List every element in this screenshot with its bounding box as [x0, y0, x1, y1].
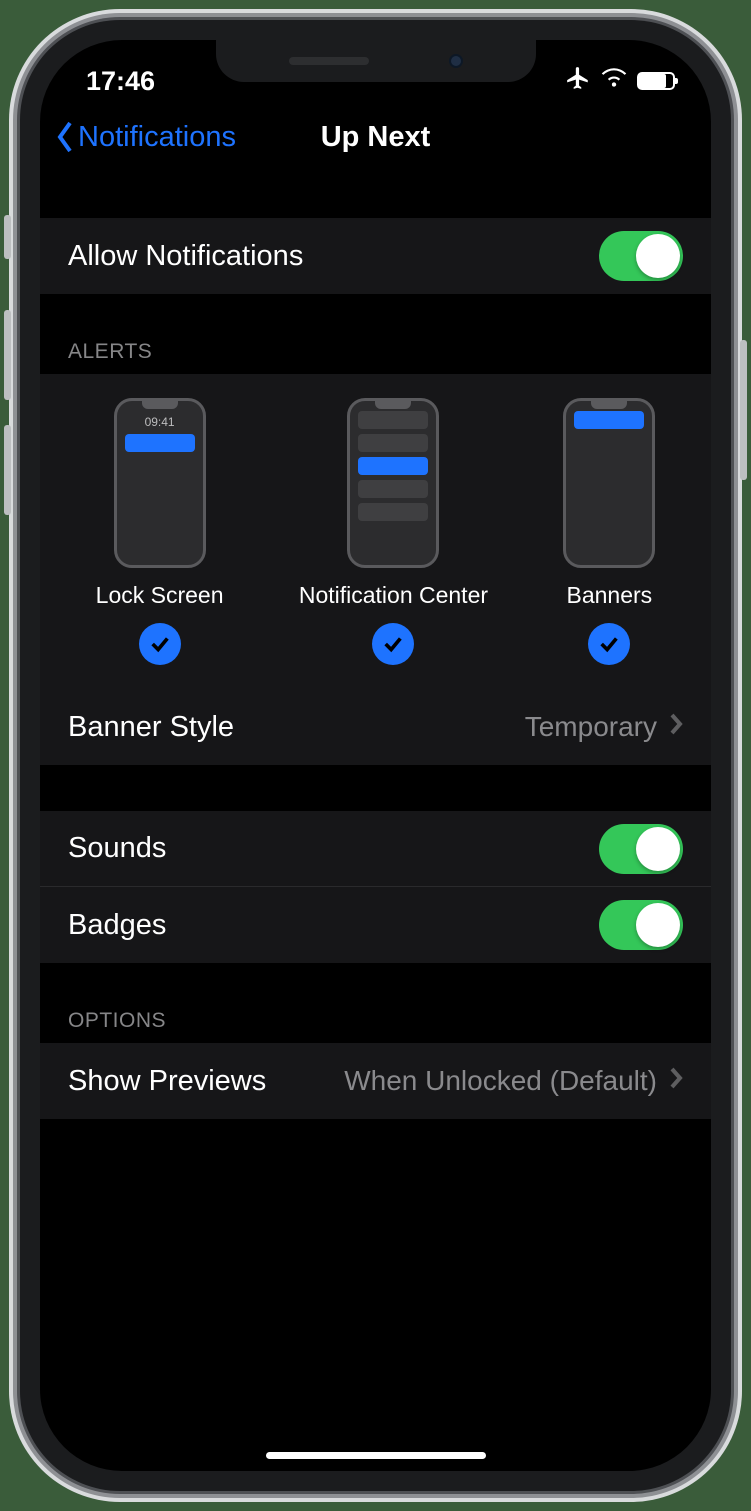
volume-up: [4, 310, 11, 400]
allow-notifications-label: Allow Notifications: [68, 240, 303, 273]
alerts-panel: 09:41 Lock Screen Notifica: [40, 374, 711, 689]
nav-bar: Notifications Up Next: [40, 102, 711, 172]
alert-option-lock-screen[interactable]: 09:41 Lock Screen: [96, 398, 224, 665]
speaker: [289, 57, 369, 65]
chevron-right-icon: [669, 1065, 683, 1097]
battery-icon: [637, 72, 675, 90]
alert-label: Notification Center: [299, 582, 488, 609]
wifi-icon: [601, 65, 627, 98]
check-icon: [588, 623, 630, 665]
row-allow-notifications: Allow Notifications: [40, 218, 711, 294]
sounds-toggle[interactable]: [599, 824, 683, 874]
check-icon: [372, 623, 414, 665]
show-previews-value: When Unlocked (Default): [344, 1065, 657, 1097]
silence-switch: [4, 215, 11, 259]
notification-center-preview: [347, 398, 439, 568]
page-title: Up Next: [321, 121, 431, 154]
sounds-label: Sounds: [68, 832, 166, 865]
section-header-options: OPTIONS: [40, 1009, 711, 1043]
row-banner-style[interactable]: Banner Style Temporary: [40, 689, 711, 765]
banners-preview: [563, 398, 655, 568]
section-header-alerts: ALERTS: [40, 340, 711, 374]
alert-label: Banners: [567, 582, 653, 609]
screen: 17:46 Notifications Up Next Allow N: [40, 40, 711, 1471]
alert-option-notification-center[interactable]: Notification Center: [299, 398, 488, 665]
back-label: Notifications: [78, 121, 236, 154]
row-show-previews[interactable]: Show Previews When Unlocked (Default): [40, 1043, 711, 1119]
badges-label: Badges: [68, 909, 166, 942]
row-sounds: Sounds: [40, 811, 711, 887]
device-frame: 17:46 Notifications Up Next Allow N: [20, 20, 731, 1491]
home-indicator[interactable]: [266, 1452, 486, 1459]
allow-notifications-toggle[interactable]: [599, 231, 683, 281]
alert-label: Lock Screen: [96, 582, 224, 609]
alert-option-banners[interactable]: Banners: [563, 398, 655, 665]
chevron-left-icon: [54, 120, 76, 154]
volume-down: [4, 425, 11, 515]
airplane-mode-icon: [565, 65, 591, 98]
banner-style-label: Banner Style: [68, 711, 234, 744]
banner-style-value: Temporary: [525, 711, 657, 743]
notch: [216, 40, 536, 82]
back-button[interactable]: Notifications: [54, 120, 236, 154]
front-camera: [449, 54, 463, 68]
mini-time: 09:41: [117, 415, 203, 429]
chevron-right-icon: [669, 711, 683, 743]
lock-screen-preview: 09:41: [114, 398, 206, 568]
status-time: 17:46: [86, 66, 155, 97]
show-previews-label: Show Previews: [68, 1065, 266, 1098]
power-button: [740, 340, 747, 480]
row-badges: Badges: [40, 887, 711, 963]
badges-toggle[interactable]: [599, 900, 683, 950]
check-icon: [139, 623, 181, 665]
